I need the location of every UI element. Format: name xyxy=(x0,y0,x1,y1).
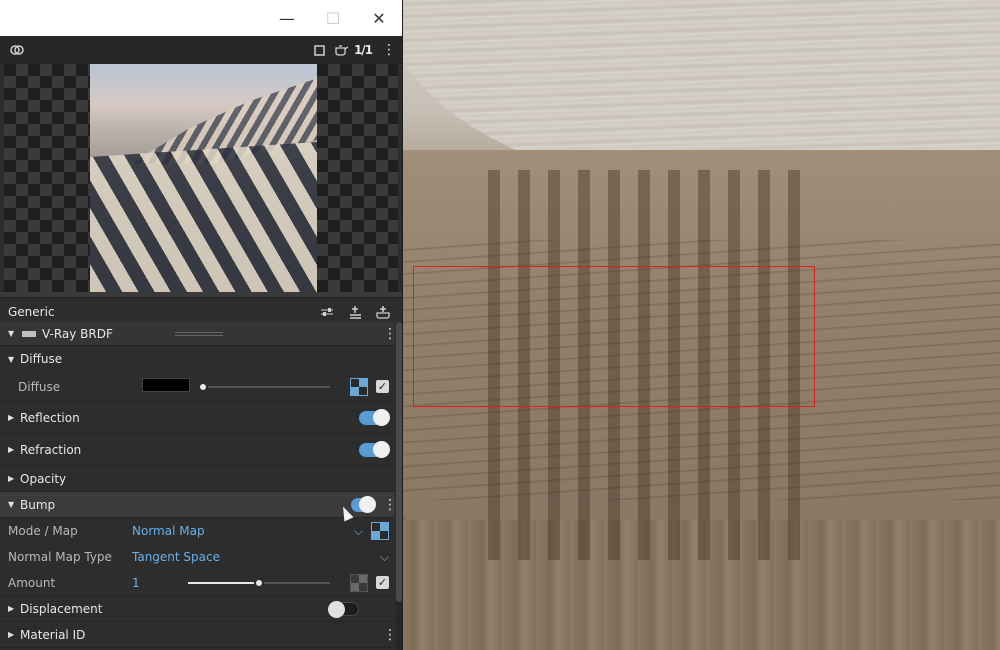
caret-down-icon: ▼ xyxy=(8,500,15,509)
bump-header[interactable]: ▼ Bump ⋮ xyxy=(0,492,397,518)
drag-handle-icon[interactable] xyxy=(175,332,223,336)
generic-title: Generic xyxy=(8,305,55,319)
property-list: ▼ V-Ray BRDF ⋮ ▼ Diffuse Diffuse ✓ ▶ Ref… xyxy=(0,322,397,648)
teapot-icon[interactable] xyxy=(330,39,352,61)
diffuse-param-row: Diffuse ✓ xyxy=(0,372,395,402)
reflection-toggle[interactable] xyxy=(359,408,390,426)
scrollbar-thumb[interactable] xyxy=(396,322,402,602)
reflection-row[interactable]: ▶ Reflection xyxy=(0,402,395,434)
layer-icon xyxy=(22,330,36,337)
caret-right-icon: ▶ xyxy=(8,630,15,639)
diffuse-checkbox[interactable]: ✓ xyxy=(376,380,389,393)
diffuse-map-button[interactable] xyxy=(350,377,368,396)
maximize-button[interactable]: ☐ xyxy=(310,0,356,36)
amount-map-button[interactable] xyxy=(350,573,368,592)
frame-icon[interactable] xyxy=(308,39,330,61)
brdf-menu-icon[interactable]: ⋮ xyxy=(383,327,397,341)
chevron-down-icon[interactable]: ⌵ xyxy=(380,550,389,565)
diffuse-section-title: Diffuse xyxy=(20,352,63,366)
material-link-icon[interactable] xyxy=(6,39,28,61)
amount-checkbox[interactable]: ✓ xyxy=(376,576,389,589)
material-id-title: Material ID xyxy=(20,627,86,642)
preview-render-image xyxy=(90,64,317,292)
normal-map-type-row: Normal Map Type Tangent Space ⌵ xyxy=(0,544,395,570)
opacity-row[interactable]: ▶ Opacity xyxy=(0,466,395,492)
preview-floor-pattern xyxy=(90,142,317,292)
diffuse-color-swatch[interactable] xyxy=(142,378,190,392)
close-button[interactable]: ✕ xyxy=(356,0,402,36)
displacement-row[interactable]: ▶ Displacement xyxy=(0,596,395,622)
bump-menu-icon[interactable]: ⋮ xyxy=(383,498,397,512)
amount-slider-fill xyxy=(188,582,259,584)
material-id-menu-icon[interactable]: ⋮ xyxy=(383,628,397,642)
bump-mode-row: Mode / Map Normal Map ⌵ xyxy=(0,518,395,544)
normal-map-type-value[interactable]: Tangent Space xyxy=(132,550,220,564)
kebab-icon[interactable]: ⋮ xyxy=(374,39,396,61)
opacity-title: Opacity xyxy=(20,471,67,486)
diffuse-slider[interactable] xyxy=(198,382,330,392)
refraction-toggle[interactable] xyxy=(359,440,390,458)
brdf-title: V-Ray BRDF xyxy=(42,326,113,341)
amount-value[interactable]: 1 xyxy=(132,576,140,590)
displacement-title: Displacement xyxy=(20,601,103,616)
material-id-row[interactable]: ▶ Material ID ⋮ xyxy=(0,622,397,648)
bump-mode-label: Mode / Map xyxy=(8,524,78,538)
ratio-icon[interactable]: 1/1 xyxy=(352,39,374,61)
diffuse-slider-knob[interactable] xyxy=(198,382,208,392)
amount-slider[interactable] xyxy=(188,578,330,588)
normal-map-type-label: Normal Map Type xyxy=(8,550,112,564)
amount-slider-knob[interactable] xyxy=(254,578,264,588)
panel-scrollbar[interactable] xyxy=(396,322,402,650)
minimize-button[interactable]: — xyxy=(264,0,310,36)
caret-right-icon: ▶ xyxy=(8,474,15,483)
brdf-header[interactable]: ▼ V-Ray BRDF ⋮ xyxy=(0,322,397,346)
material-editor-panel: — ☐ ✕ 1/1 ⋮ Generic ▼ V-Ray BRDF ⋮ ▼ Dif… xyxy=(0,0,403,650)
preview-toolbar: 1/1 ⋮ xyxy=(0,36,402,64)
add-material-icon[interactable] xyxy=(372,301,394,323)
displacement-toggle[interactable] xyxy=(328,600,359,618)
amount-row: Amount 1 ✓ xyxy=(0,570,395,596)
bump-title: Bump xyxy=(20,497,56,512)
refraction-row[interactable]: ▶ Refraction xyxy=(0,434,395,466)
add-layer-icon[interactable] xyxy=(344,301,366,323)
caret-down-icon: ▼ xyxy=(8,329,15,338)
amount-label: Amount xyxy=(8,575,56,590)
title-bar: — ☐ ✕ xyxy=(0,0,402,36)
diffuse-param-label: Diffuse xyxy=(18,379,61,394)
bump-mode-value[interactable]: Normal Map xyxy=(132,524,205,538)
material-preview xyxy=(4,64,398,292)
diffuse-section-header[interactable]: ▼ Diffuse xyxy=(0,346,395,372)
chevron-down-icon[interactable]: ⌵ xyxy=(354,524,363,539)
ratio-label: 1/1 xyxy=(353,43,373,57)
refraction-title: Refraction xyxy=(20,442,82,457)
caret-right-icon: ▶ xyxy=(8,413,15,422)
sliders-icon[interactable] xyxy=(316,301,338,323)
bump-toggle[interactable] xyxy=(351,495,376,513)
region-selection[interactable] xyxy=(413,266,815,407)
reflection-title: Reflection xyxy=(20,410,80,425)
caret-down-icon: ▼ xyxy=(8,354,15,364)
caret-right-icon: ▶ xyxy=(8,445,15,454)
caret-right-icon: ▶ xyxy=(8,604,15,613)
bump-map-button[interactable] xyxy=(371,522,389,540)
